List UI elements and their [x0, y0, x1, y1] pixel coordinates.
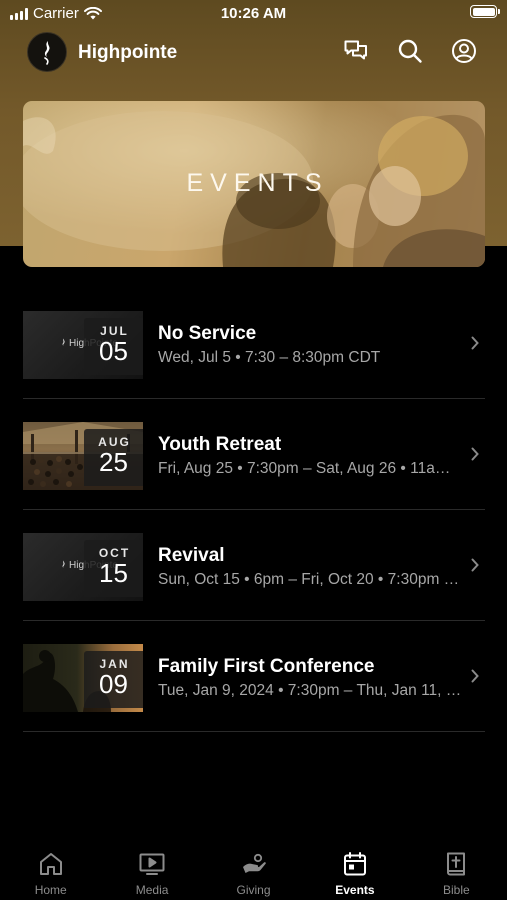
events-banner: EVENTS [23, 101, 485, 267]
event-title: Youth Retreat [158, 434, 282, 455]
chevron-right-icon [471, 669, 479, 683]
event-row[interactable]: HighPointe OCT 15 Revival Sun, Oct 15 • … [23, 510, 485, 621]
tab-label: Bible [442, 883, 470, 897]
event-subtitle: Tue, Jan 9, 2024 • 7:30pm – Thu, Jan 11,… [158, 682, 462, 699]
calendar-icon [343, 852, 366, 876]
date-day: 05 [99, 336, 128, 366]
event-list: HighPointe JUL 05 No Service Wed, Jul 5 … [23, 288, 485, 732]
church-logo[interactable] [27, 32, 67, 72]
event-row[interactable]: HighPointe JUL 05 No Service Wed, Jul 5 … [23, 288, 485, 399]
date-badge: JUL 05 [84, 318, 143, 375]
event-title: No Service [158, 323, 257, 344]
flame-logo-icon [62, 560, 65, 568]
event-row[interactable]: AUG 25 Youth Retreat Fri, Aug 25 • 7:30p… [23, 399, 485, 510]
tab-home[interactable]: Home [0, 838, 101, 900]
search-icon[interactable] [397, 38, 423, 64]
account-icon[interactable] [451, 38, 477, 64]
date-day: 09 [99, 669, 128, 699]
tab-label: Media [135, 883, 169, 897]
flame-logo-icon [62, 338, 65, 346]
date-badge: AUG 25 [84, 429, 143, 486]
header-actions [343, 38, 477, 64]
banner-title: EVENTS [186, 169, 329, 197]
bible-icon [447, 852, 466, 876]
event-thumbnail: HighPointe OCT 15 [23, 533, 143, 601]
date-badge: JAN 09 [84, 651, 143, 708]
tab-bar: Home Media Giving Events Bible [0, 838, 507, 900]
event-title: Revival [158, 545, 225, 566]
tab-label: Events [335, 883, 375, 897]
tab-label: Home [34, 883, 67, 897]
chat-icon[interactable] [343, 38, 369, 64]
chevron-right-icon [471, 447, 479, 461]
flame-logo-icon [44, 41, 50, 65]
event-subtitle: Wed, Jul 5 • 7:30 – 8:30pm CDT [158, 349, 381, 366]
event-subtitle: Sun, Oct 15 • 6pm – Fri, Oct 20 • 7:30pm… [158, 571, 462, 588]
date-day: 25 [99, 447, 128, 477]
tab-label: Giving [236, 883, 271, 897]
tab-bible[interactable]: Bible [406, 838, 507, 900]
event-row[interactable]: JAN 09 Family First Conference Tue, Jan … [23, 621, 485, 732]
status-time: 10:26 AM [220, 5, 287, 22]
tab-media[interactable]: Media [101, 838, 202, 900]
app-header: Highpointe [0, 28, 507, 78]
event-subtitle: Fri, Aug 25 • 7:30pm – Sat, Aug 26 • 11a… [158, 460, 462, 477]
event-thumbnail: JAN 09 [23, 644, 143, 712]
app-title: Highpointe [78, 42, 178, 63]
date-badge: OCT 15 [84, 540, 143, 597]
tab-giving[interactable]: Giving [203, 838, 304, 900]
battery-icon [470, 5, 500, 18]
event-thumbnail: HighPointe JUL 05 [23, 311, 143, 379]
home-icon [39, 853, 62, 875]
media-icon [139, 853, 165, 875]
date-day: 15 [99, 558, 128, 588]
giving-icon [242, 853, 266, 873]
chevron-right-icon [471, 336, 479, 350]
chevron-right-icon [471, 558, 479, 572]
event-title: Family First Conference [158, 656, 375, 677]
event-thumbnail: AUG 25 [23, 422, 143, 490]
tab-events[interactable]: Events [304, 838, 405, 900]
status-bar: Carrier 10:26 AM [0, 0, 507, 28]
